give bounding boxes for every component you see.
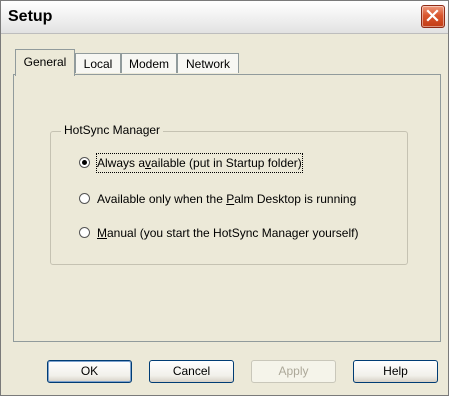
close-button[interactable] (421, 5, 445, 28)
tab-modem[interactable]: Modem (121, 53, 177, 73)
tab-network[interactable]: Network (177, 53, 239, 73)
general-tab-panel: HotSync Manager Always available (put in… (13, 74, 441, 342)
tab-label: General (23, 55, 67, 69)
radio-label: Available only when the Palm Desktop is … (97, 192, 357, 206)
help-button[interactable]: Help (353, 360, 438, 383)
tab-label: Local (83, 57, 113, 71)
radio-label: Manual (you start the HotSync Manager yo… (97, 226, 359, 240)
hotsync-manager-group: HotSync Manager Always available (put in… (50, 123, 408, 265)
tab-label: Modem (128, 57, 169, 71)
radio-button[interactable] (79, 227, 90, 238)
radio-dot-icon (82, 160, 87, 165)
cancel-button[interactable]: Cancel (149, 360, 234, 383)
setup-dialog: Setup General Local Modem Network HotSyn… (0, 0, 449, 396)
radio-label: Always available (put in Startup folder) (96, 153, 303, 173)
radio-button-selected[interactable] (79, 157, 90, 168)
tab-local[interactable]: Local (75, 53, 121, 73)
title-bar[interactable]: Setup (1, 1, 448, 34)
tab-general[interactable]: General (15, 49, 75, 76)
close-icon (426, 9, 439, 22)
group-label: HotSync Manager (61, 123, 164, 137)
window-title: Setup (8, 8, 53, 25)
ok-button[interactable]: OK (47, 360, 132, 383)
tab-label: Network (185, 57, 230, 71)
radio-button[interactable] (79, 193, 90, 204)
apply-button[interactable]: Apply (251, 360, 336, 383)
